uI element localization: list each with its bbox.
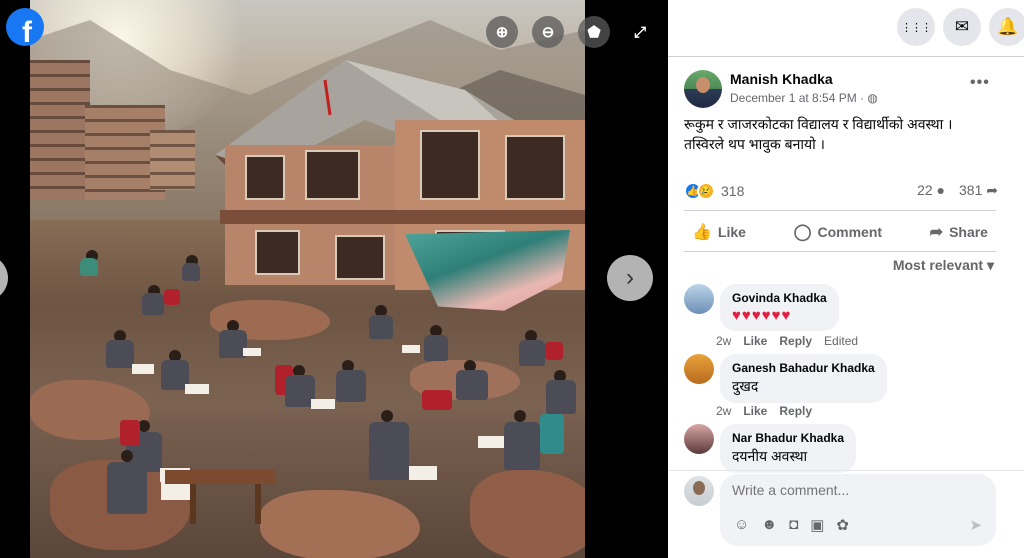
comment-footer: 2w Like Reply — [716, 404, 812, 418]
sticker-icon[interactable]: ✿ — [836, 516, 849, 534]
fullscreen-icon[interactable]: ⤢ — [624, 16, 656, 48]
comment-reply-button[interactable]: Reply — [779, 404, 812, 418]
current-user-avatar[interactable] — [684, 476, 714, 506]
background-building — [30, 60, 90, 200]
post-actions: 👍 Like ◯ Comment ➦ Share — [684, 214, 996, 250]
commenter-name[interactable]: Nar Bhadur Khadka — [732, 431, 844, 445]
post-timestamp[interactable]: December 1 at 8:54 PM · ◍ — [730, 91, 878, 105]
post-text-line: रूकुम र जाजरकोटका विद्यालय र विद्यार्थीक… — [684, 116, 953, 132]
comment-time[interactable]: 2w — [716, 404, 731, 418]
camera-icon[interactable]: ◘ — [789, 516, 798, 534]
wooden-desk — [190, 484, 196, 524]
commenter-avatar[interactable] — [684, 354, 714, 384]
comment-button[interactable]: ◯ Comment — [786, 222, 890, 242]
comment-icon: ◯ — [793, 224, 812, 241]
window — [505, 135, 565, 200]
emoji-icon[interactable]: ☻ — [761, 516, 777, 534]
photo-viewer: f ⊕ ⊖ ⬟ ⤢ › — [0, 0, 668, 558]
post-text: रूकुम र जाजरकोटका विद्यालय र विद्यार्थीक… — [684, 114, 1014, 154]
composer-divider — [668, 470, 1024, 471]
hanging-tarp — [405, 230, 570, 311]
zoom-in-icon[interactable]: ⊕ — [486, 16, 518, 48]
window — [255, 230, 300, 275]
share-icon: ➦ — [929, 224, 944, 241]
share-arrow-icon: ➦ — [986, 182, 998, 198]
gif-icon[interactable]: ▣ — [810, 516, 824, 534]
reaction-count: 318 — [721, 183, 745, 199]
next-photo-button[interactable]: › — [607, 255, 653, 301]
avatar-sticker-icon[interactable]: ☺ — [734, 516, 749, 534]
comment-composer[interactable]: ☺ ☻ ◘ ▣ ✿ ➤ — [720, 474, 996, 546]
tag-icon[interactable]: ⬟ — [578, 16, 610, 48]
comments-count[interactable]: 22 ● — [917, 182, 945, 199]
sad-reaction-icon: 😢 — [697, 182, 715, 200]
reactions-summary[interactable]: 👍 😢 318 — [684, 181, 744, 201]
author-name[interactable]: Manish Khadka — [730, 71, 833, 87]
post-text-line: तस्विरले थप भावुक बनायो । — [684, 136, 825, 152]
comment-text: ♥♥♥♥♥♥ — [732, 307, 792, 324]
comment-bubble: Ganesh Bahadur Khadka दुखद — [720, 354, 887, 403]
panel-topbar: ⋮⋮⋮ ✉ 🔔 — [668, 0, 1024, 56]
comment-edited-label: Edited — [824, 334, 859, 348]
messenger-icon[interactable]: ✉ — [943, 8, 981, 46]
actions-bottom-divider — [684, 251, 996, 252]
commenter-avatar[interactable] — [684, 424, 714, 454]
comment-bubble: Nar Bhadur Khadka दयनीय अवस्था — [720, 424, 857, 473]
commenter-name[interactable]: Ganesh Bahadur Khadka — [732, 361, 875, 375]
window — [305, 150, 360, 200]
thumbs-up-icon: 👍 — [692, 224, 712, 241]
engagement-counts: 22 ● 381 ➦ — [917, 182, 998, 199]
collapsed-floor — [220, 210, 585, 224]
comment-like-button[interactable]: Like — [743, 334, 767, 348]
like-button[interactable]: 👍 Like — [684, 222, 754, 242]
actions-top-divider — [684, 210, 996, 211]
commenter-avatar[interactable] — [684, 284, 714, 314]
rubble — [260, 490, 420, 558]
comment-input[interactable] — [732, 482, 982, 498]
zoom-out-icon[interactable]: ⊖ — [532, 16, 564, 48]
window — [335, 235, 385, 280]
background-building — [150, 130, 195, 190]
window — [420, 130, 480, 200]
comment-footer: 2w Like Reply Edited — [716, 334, 858, 348]
comment-time[interactable]: 2w — [716, 334, 731, 348]
comment-reply-button[interactable]: Reply — [779, 334, 812, 348]
composer-tools: ☺ ☻ ◘ ▣ ✿ — [734, 516, 849, 534]
notifications-icon[interactable]: 🔔 — [989, 8, 1024, 46]
author-avatar[interactable] — [684, 70, 722, 108]
comment-text: दयनीय अवस्था — [732, 448, 808, 464]
topbar-divider — [668, 56, 1024, 57]
post-photo[interactable] — [30, 0, 585, 558]
post-side-panel: ⋮⋮⋮ ✉ 🔔 Manish Khadka December 1 at 8:54… — [668, 0, 1024, 558]
comment-text: दुखद — [732, 378, 759, 394]
window — [245, 155, 285, 200]
rubble — [470, 470, 585, 558]
comment-like-button[interactable]: Like — [743, 404, 767, 418]
previous-photo-button[interactable] — [0, 255, 8, 301]
share-button[interactable]: ➦ Share — [922, 222, 996, 242]
comment-sort-dropdown[interactable]: Most relevant ▾ — [893, 257, 994, 274]
send-icon[interactable]: ➤ — [969, 516, 982, 534]
commenter-name[interactable]: Govinda Khadka — [732, 291, 827, 305]
wooden-desk — [165, 470, 275, 484]
shares-count[interactable]: 381 ➦ — [959, 182, 998, 199]
comment-bubble-icon: ● — [936, 182, 946, 198]
wooden-desk — [255, 484, 261, 524]
comment-bubble: Govinda Khadka ♥♥♥♥♥♥ — [720, 284, 839, 331]
menu-grid-icon[interactable]: ⋮⋮⋮ — [897, 8, 935, 46]
more-options-button[interactable]: ••• — [970, 74, 990, 92]
facebook-logo-icon[interactable]: f — [6, 8, 44, 46]
